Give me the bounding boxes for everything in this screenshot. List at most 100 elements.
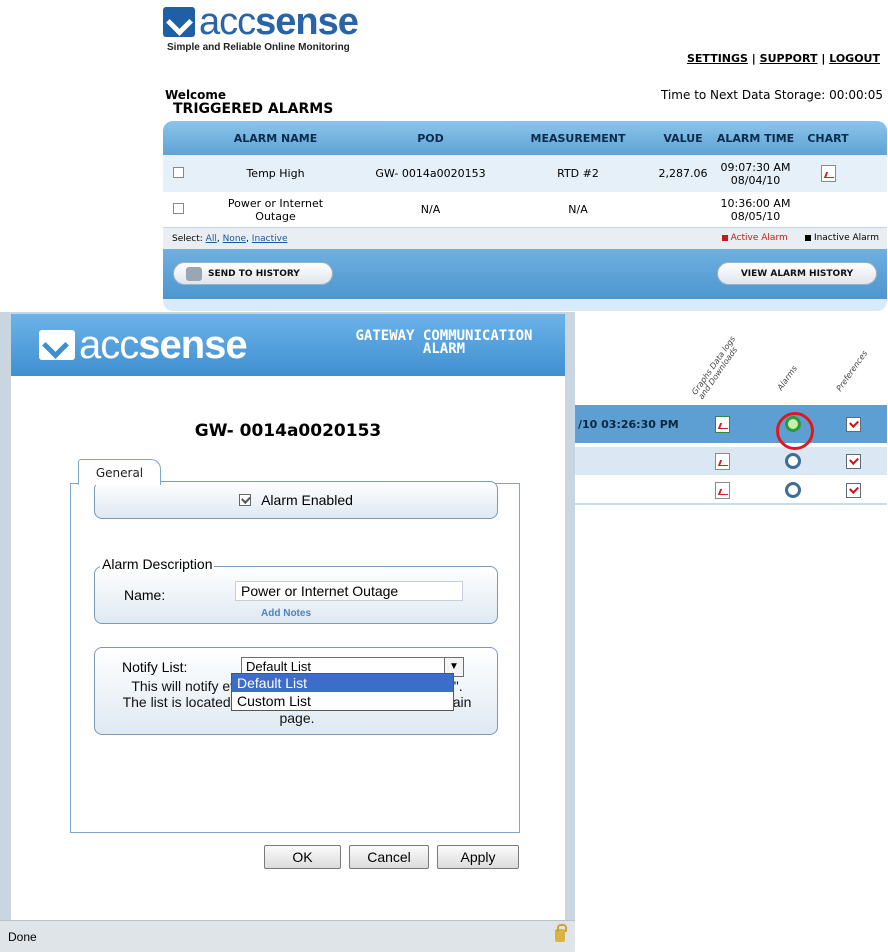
alarm-actions-bar: SEND TO HISTORY VIEW ALARM HISTORY	[163, 249, 887, 299]
top-navigation: SETTINGS | SUPPORT | LOGOUT	[687, 52, 880, 65]
alarm-pod: N/A	[420, 203, 441, 216]
prefs-cell	[843, 451, 863, 471]
lock-icon	[555, 924, 567, 942]
gateway-name: GW- 0014a0020153	[194, 421, 382, 441]
table-row: Temp High GW- 0014a0020153 RTD #2 2,287.…	[163, 155, 887, 193]
option-default-list[interactable]: Default List	[232, 674, 453, 692]
highlight-circle	[776, 412, 814, 450]
graph-icon[interactable]	[714, 415, 730, 433]
prefs-cell	[843, 480, 863, 500]
prefs-cell	[843, 414, 863, 434]
nav-separator: |	[821, 52, 826, 65]
alarm-name: Power or Internet Outage	[227, 196, 324, 223]
device-row	[560, 477, 887, 505]
col-preferences-header: Preferences	[834, 348, 870, 393]
alarm-legend: Active Alarm Inactive Alarm	[721, 233, 879, 243]
gateway-alarm-dialog: accsense GATEWAY COMMUNICATION ALARM GW- …	[0, 312, 575, 952]
support-link[interactable]: SUPPORT	[760, 52, 818, 65]
triggered-alarms-title: TRIGGERED ALARMS	[173, 101, 334, 117]
nav-separator: |	[751, 52, 756, 65]
notify-dropdown-list: Default List Custom List	[231, 673, 454, 711]
logout-link[interactable]: LOGOUT	[829, 52, 880, 65]
col-alarm-name: ALARM NAME	[233, 131, 318, 145]
tab-general[interactable]: General	[78, 459, 161, 485]
accsense-logo: accsense	[163, 1, 359, 43]
active-square-icon	[721, 234, 728, 241]
alarm-time: 09:07:30 AM 08/04/10	[720, 160, 791, 187]
triggered-alarms-panel: ALARM NAME POD MEASUREMENT VALUE ALARM T…	[163, 121, 887, 311]
view-alarm-history-button[interactable]: VIEW ALARM HISTORY	[717, 262, 877, 285]
alarm-clock-icon[interactable]	[785, 453, 801, 469]
legend-active: Active Alarm	[730, 233, 788, 243]
dialog-title: GATEWAY COMMUNICATION ALARM	[355, 328, 533, 357]
status-bar: Done	[0, 920, 575, 952]
device-row	[560, 447, 887, 475]
ok-button[interactable]: OK	[264, 845, 341, 869]
col-graphs-header: Graphs Data logs and Downloads	[690, 334, 740, 401]
cancel-button[interactable]: Cancel	[349, 845, 429, 869]
device-grid: /10 03:26:30 PM	[560, 405, 887, 525]
apply-button[interactable]: Apply	[437, 845, 519, 869]
name-label: Name:	[124, 587, 166, 603]
tagline: Simple and Reliable Online Monitoring	[167, 42, 350, 53]
alarm-table-header: ALARM NAME POD MEASUREMENT VALUE ALARM T…	[163, 121, 887, 155]
inactive-square-icon	[804, 234, 811, 241]
col-alarms-header: Alarms	[775, 364, 799, 392]
option-custom-list[interactable]: Custom List	[232, 692, 453, 710]
preferences-icon[interactable]	[845, 416, 861, 432]
name-field[interactable]: Power or Internet Outage	[235, 581, 463, 601]
col-value: VALUE	[663, 131, 703, 145]
select-all-link[interactable]: All	[206, 234, 217, 244]
chart-icon[interactable]	[714, 481, 730, 499]
table-row: Power or Internet Outage N/A N/A 10:36:00…	[163, 193, 887, 227]
alarm-measurement: RTD #2	[557, 167, 599, 180]
alarm-enabled-label: Alarm Enabled	[261, 492, 353, 508]
dialog-logo: accsense	[39, 325, 248, 365]
preferences-icon[interactable]	[845, 453, 861, 469]
add-notes-link[interactable]: Add Notes	[261, 608, 311, 619]
select-label: Select:	[172, 233, 203, 244]
device-row: /10 03:26:30 PM	[560, 405, 887, 443]
logo-wordmark: accsense	[199, 1, 359, 43]
chart-icon[interactable]	[714, 452, 730, 470]
col-alarm-time: ALARM TIME	[716, 131, 795, 145]
description-legend: Alarm Description	[100, 556, 215, 572]
next-data-storage: Time to Next Data Storage: 00:00:05	[661, 88, 883, 102]
device-row-time: /10 03:26:30 PM	[578, 417, 679, 431]
chart-cell	[798, 165, 858, 182]
logo-mark-icon	[163, 7, 195, 37]
notify-label: Notify List:	[122, 659, 188, 675]
status-text: Done	[8, 930, 37, 944]
alarm-enabled-checkbox[interactable]	[239, 494, 252, 506]
alarm-clock-icon[interactable]	[785, 482, 801, 498]
graphs-cell	[712, 451, 732, 471]
settings-link[interactable]: SETTINGS	[687, 52, 748, 65]
logo-mark-icon	[39, 330, 75, 360]
select-none-link[interactable]: None	[223, 234, 246, 244]
select-inactive-link[interactable]: Inactive	[252, 234, 288, 244]
row-checkbox[interactable]	[172, 202, 184, 214]
legend-inactive: Inactive Alarm	[813, 233, 879, 243]
alarm-value: 2,287.06	[658, 167, 708, 180]
alarm-time: 10:36:00 AM 08/05/10	[720, 196, 791, 223]
preferences-icon[interactable]	[845, 482, 861, 498]
row-checkbox[interactable]	[172, 166, 184, 178]
chart-icon[interactable]	[820, 165, 836, 182]
welcome-text: Welcome	[165, 88, 227, 102]
dialog-header: accsense GATEWAY COMMUNICATION ALARM	[11, 314, 565, 376]
col-pod: POD	[417, 131, 444, 145]
alarm-name: Temp High	[246, 167, 305, 180]
alarms-cell	[783, 451, 803, 471]
alarm-description-group: Alarm Description Name: Power or Interne…	[94, 556, 498, 624]
alarm-enabled-group: Alarm Enabled	[94, 481, 498, 519]
send-history-icon	[186, 266, 202, 281]
send-to-history-button[interactable]: SEND TO HISTORY	[173, 262, 333, 285]
alarm-pod: GW- 0014a0020153	[375, 167, 486, 180]
col-measurement: MEASUREMENT	[530, 131, 626, 145]
alarms-cell	[783, 480, 803, 500]
graphs-cell	[712, 414, 732, 434]
col-chart: CHART	[807, 131, 849, 145]
alarm-measurement: N/A	[568, 203, 588, 216]
select-bar: Select: All, None, Inactive Active Alarm…	[163, 227, 887, 249]
graphs-cell	[712, 480, 732, 500]
